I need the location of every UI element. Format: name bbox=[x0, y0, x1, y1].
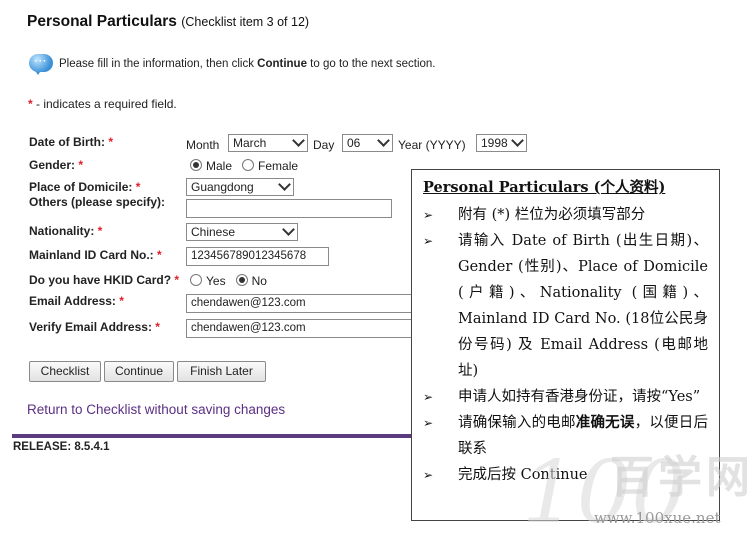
watermark-chars: 百学网 bbox=[610, 452, 748, 503]
gender-male-radio[interactable] bbox=[190, 159, 202, 171]
day-select[interactable]: 06 bbox=[342, 134, 393, 152]
instruction-item: ➢ 请输入 Date of Birth (出生日期)、Gender (性别)、Pl… bbox=[423, 228, 708, 384]
gender-male-label: Male bbox=[206, 159, 233, 173]
verify-email-input[interactable]: chendawen@123.com bbox=[186, 319, 416, 338]
info-text-bold: Continue bbox=[257, 58, 307, 70]
continue-button[interactable]: Continue bbox=[104, 361, 174, 382]
finish-later-button[interactable]: Finish Later bbox=[177, 361, 266, 382]
chevron-down-icon bbox=[278, 178, 291, 191]
site-watermark: 100 百学网 www.100xue.net bbox=[522, 443, 748, 530]
checklist-button[interactable]: Checklist bbox=[29, 361, 101, 382]
chevron-down-icon bbox=[377, 134, 390, 147]
speech-bubble-icon: ··· bbox=[28, 53, 54, 75]
chevron-down-icon bbox=[511, 134, 524, 147]
checklist-progress: (Checklist item 3 of 12) bbox=[181, 15, 310, 29]
domicile-select[interactable]: Guangdong bbox=[186, 178, 294, 196]
day-label: Day bbox=[313, 138, 335, 152]
others-input[interactable] bbox=[186, 199, 392, 218]
page-title: Personal Particulars (Checklist item 3 o… bbox=[27, 13, 309, 31]
others-label: Others (please specify): bbox=[29, 195, 166, 209]
info-text-suffix: to go to the next section. bbox=[306, 58, 436, 70]
dob-label: Date of Birth: * bbox=[29, 135, 114, 149]
mainland-id-input[interactable]: 123456789012345678 bbox=[186, 247, 329, 266]
instruction-heading: Personal Particulars (个人资料) bbox=[423, 179, 666, 196]
info-text: Please fill in the information, then cli… bbox=[59, 58, 258, 70]
gender-options: Male Female bbox=[190, 159, 298, 173]
gender-female-radio[interactable] bbox=[242, 159, 255, 171]
required-note-text: - indicates a required field. bbox=[32, 97, 177, 111]
release-label: RELEASE: 8.5.4.1 bbox=[13, 441, 110, 453]
year-label: Year (YYYY) bbox=[398, 138, 466, 152]
year-select[interactable]: 1998 bbox=[476, 134, 527, 152]
chevron-down-icon bbox=[282, 223, 295, 236]
month-label: Month bbox=[186, 138, 220, 152]
arrow-bullet-icon: ➢ bbox=[423, 416, 434, 430]
domicile-label: Place of Domicile: * bbox=[29, 180, 141, 194]
arrow-bullet-icon: ➢ bbox=[423, 390, 434, 404]
info-message: ··· Please fill in the information, then… bbox=[28, 52, 435, 76]
hkid-label: Do you have HKID Card? * bbox=[29, 273, 180, 287]
arrow-bullet-icon: ➢ bbox=[423, 468, 434, 482]
verify-email-label: Verify Email Address: * bbox=[29, 320, 160, 334]
gender-label: Gender: * bbox=[29, 158, 84, 172]
month-select[interactable]: March bbox=[228, 134, 308, 152]
hkid-yes-label: Yes bbox=[206, 274, 226, 288]
gender-female-label: Female bbox=[258, 159, 299, 173]
nationality-select[interactable]: Chinese bbox=[186, 223, 298, 241]
instruction-item: ➢ 申请人如持有香港身份证，请按“Yes” bbox=[423, 384, 708, 410]
email-label: Email Address: * bbox=[29, 294, 124, 308]
return-to-checklist-link[interactable]: Return to Checklist without saving chang… bbox=[27, 402, 285, 417]
instruction-emphasis: 准确无误 bbox=[575, 414, 635, 431]
footer-divider bbox=[12, 434, 422, 438]
arrow-bullet-icon: ➢ bbox=[423, 208, 434, 222]
hkid-yes-radio[interactable] bbox=[190, 274, 202, 286]
chevron-down-icon bbox=[292, 134, 305, 147]
watermark-url: www.100xue.net bbox=[594, 509, 720, 527]
hkid-no-label: No bbox=[251, 274, 267, 288]
hkid-options: Yes No bbox=[190, 274, 267, 288]
hkid-no-radio[interactable] bbox=[235, 274, 248, 286]
mainland-id-label: Mainland ID Card No.: * bbox=[29, 248, 162, 262]
nationality-label: Nationality: * bbox=[29, 224, 103, 238]
required-note: * - indicates a required field. bbox=[28, 97, 177, 111]
instruction-item: ➢ 附有 (*) 栏位为必须填写部分 bbox=[423, 202, 708, 228]
email-input[interactable]: chendawen@123.com bbox=[186, 294, 416, 313]
arrow-bullet-icon: ➢ bbox=[423, 234, 434, 248]
title-text: Personal Particulars bbox=[27, 13, 177, 30]
